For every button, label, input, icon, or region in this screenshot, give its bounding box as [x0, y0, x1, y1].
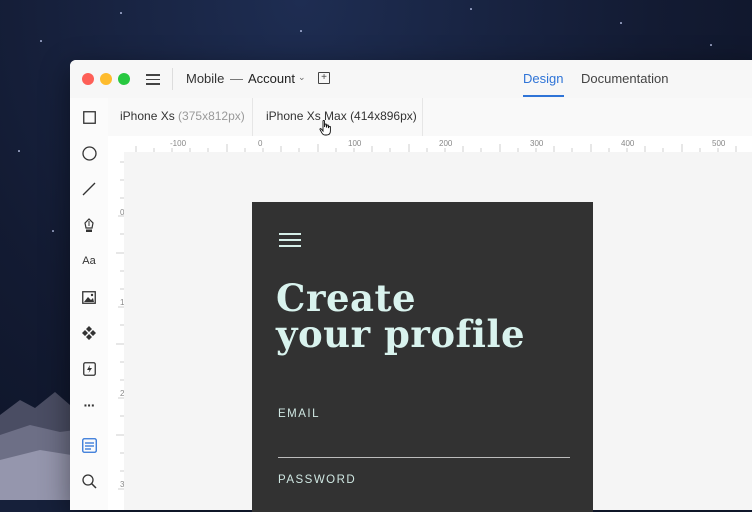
breadcrumb-project[interactable]: Mobile	[186, 71, 224, 86]
device-tab-label: iPhone Xs Max (414x896px)	[266, 109, 417, 123]
breadcrumb-page[interactable]: Account	[248, 71, 295, 86]
email-field-underline	[278, 457, 570, 458]
tools-sidebar: Aa ···	[70, 98, 109, 510]
chevron-down-icon[interactable]: ⌄	[298, 72, 306, 83]
star	[120, 12, 122, 14]
ruler-label: 0	[258, 139, 263, 148]
ruler-label: 200	[439, 139, 453, 148]
device-size: (375x812px)	[178, 109, 245, 123]
star	[710, 44, 712, 46]
title-bar: Mobile — Account ⌄ + Design Documentatio…	[70, 60, 752, 99]
profile-title: Create your profile	[276, 276, 576, 356]
device-name: iPhone Xs Max	[266, 109, 347, 123]
tab-design[interactable]: Design	[523, 71, 563, 86]
profile-title-line-2: your profile	[276, 312, 526, 356]
minimize-window-button[interactable]	[100, 73, 112, 85]
device-tabs: iPhone Xs (375x812px) iPhone Xs Max (414…	[108, 98, 752, 137]
toolbar-divider	[172, 68, 173, 90]
text-tool-label: Aa	[82, 255, 96, 267]
text-tool-icon[interactable]: Aa	[81, 253, 97, 269]
star	[470, 8, 472, 10]
tab-documentation[interactable]: Documentation	[581, 71, 668, 86]
ruler-label: 400	[621, 139, 635, 148]
pen-tool-icon[interactable]	[81, 217, 97, 233]
device-name: iPhone Xs	[120, 109, 175, 123]
device-tab-label: iPhone Xs (375x812px)	[120, 109, 245, 123]
email-label: EMAIL	[278, 408, 321, 420]
hamburger-menu-icon	[279, 233, 301, 247]
hotspot-tool-icon[interactable]	[81, 361, 97, 377]
hand-cursor-icon	[319, 120, 331, 136]
hamburger-menu-icon[interactable]	[146, 71, 160, 85]
breadcrumb-separator: —	[230, 71, 243, 86]
star	[620, 22, 622, 24]
star	[18, 150, 20, 152]
more-tools-icon[interactable]: ···	[81, 397, 97, 413]
ruler-label: 500	[712, 139, 726, 148]
active-tab-indicator	[523, 95, 564, 97]
artboard-create-profile[interactable]: Create your profile EMAIL PASSWORD	[252, 202, 593, 512]
ellipse-tool-icon[interactable]	[81, 145, 97, 161]
rectangle-tool-icon[interactable]	[81, 109, 97, 125]
password-label: PASSWORD	[278, 474, 357, 486]
line-tool-icon[interactable]	[81, 181, 97, 197]
device-size: (414x896px)	[350, 109, 417, 123]
profile-title-line-1: Create	[276, 276, 417, 320]
component-tool-icon[interactable]	[81, 325, 97, 341]
ruler-label: -100	[170, 139, 187, 148]
ruler-label: 300	[530, 139, 544, 148]
image-tool-icon[interactable]	[81, 289, 97, 305]
device-tab-iphone-xs[interactable]: iPhone Xs (375x812px)	[108, 98, 253, 136]
star	[300, 30, 302, 32]
ruler-label: 100	[348, 139, 362, 148]
device-tab-iphone-xs-max[interactable]: iPhone Xs Max (414x896px)	[252, 98, 423, 136]
layers-panel-icon[interactable]	[81, 437, 97, 453]
horizontal-ruler: -100 0 100 200 300 400 500	[108, 136, 752, 153]
more-tools-label: ···	[83, 397, 96, 413]
search-icon[interactable]	[81, 473, 97, 489]
ruler-ticks	[116, 161, 124, 490]
close-window-button[interactable]	[82, 73, 94, 85]
add-page-icon[interactable]: +	[318, 72, 330, 84]
maximize-window-button[interactable]	[118, 73, 130, 85]
ruler-ticks	[135, 144, 737, 152]
star	[52, 230, 54, 232]
vertical-ruler: 0 100 200 300	[108, 152, 133, 510]
star	[40, 40, 42, 42]
